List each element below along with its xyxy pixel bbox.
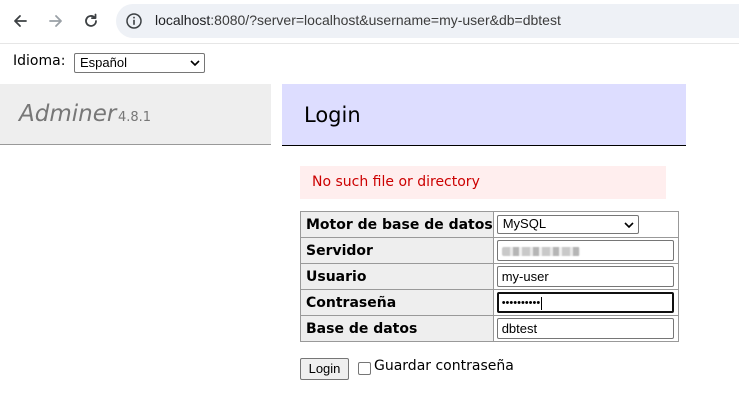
page-title: Login	[304, 103, 361, 127]
app-version[interactable]: 4.8.1	[118, 110, 151, 125]
redacted-value	[501, 247, 580, 257]
driver-select[interactable]: MySQL	[496, 215, 639, 234]
sidebar-header: Adminer 4.8.1	[0, 84, 271, 145]
arrow-right-icon	[49, 15, 62, 27]
server-label: Servidor	[300, 237, 494, 264]
server-input[interactable]	[496, 240, 674, 261]
reload-button[interactable]	[78, 8, 104, 34]
language-select[interactable]: Español	[74, 53, 205, 73]
url-text: localhost:8080/?server=localhost&usernam…	[155, 12, 561, 28]
password-input[interactable]: ••••••••••	[496, 292, 674, 313]
password-mask: ••••••••••	[501, 297, 541, 310]
password-label: Contraseña	[300, 289, 494, 316]
driver-label: Motor de base de datos	[300, 211, 494, 238]
form-row-server: Servidor	[300, 237, 679, 264]
site-info-icon[interactable]	[125, 12, 143, 30]
username-label: Usuario	[300, 263, 494, 290]
address-bar[interactable]: localhost:8080/?server=localhost&usernam…	[116, 4, 739, 38]
remember-checkbox[interactable]	[358, 362, 371, 375]
driver-select-value: MySQL	[502, 216, 547, 231]
error-text: No such file or directory	[312, 174, 480, 190]
forward-button[interactable]	[43, 8, 69, 34]
url-host: localhost	[155, 12, 211, 28]
login-button[interactable]: Login	[300, 358, 349, 380]
language-select-value: Español	[80, 55, 127, 70]
error-message: No such file or directory	[300, 166, 666, 199]
content-header: Login	[282, 84, 686, 146]
login-form-table: Motor de base de datos MySQL Servidor Us…	[300, 211, 679, 342]
back-button[interactable]	[7, 8, 33, 34]
url-path: :8080/?server=localhost&username=my-user…	[210, 12, 561, 28]
text-caret	[541, 297, 543, 311]
form-row-username: Usuario my-user	[300, 263, 679, 290]
reload-icon	[85, 13, 97, 27]
form-row-database: Base de datos dbtest	[300, 315, 679, 342]
database-input[interactable]: dbtest	[496, 318, 674, 339]
chevron-down-icon	[624, 221, 634, 228]
remember-label[interactable]: Guardar contraseña	[374, 358, 514, 374]
username-input[interactable]: my-user	[496, 266, 674, 287]
language-label: Idioma:	[13, 53, 66, 69]
database-label: Base de datos	[300, 315, 494, 342]
browser-toolbar: localhost:8080/?server=localhost&usernam…	[0, 0, 739, 44]
form-row-password: Contraseña ••••••••••	[300, 289, 679, 316]
form-row-driver: Motor de base de datos MySQL	[300, 211, 679, 238]
arrow-left-icon	[14, 15, 27, 27]
app-logo[interactable]: Adminer	[19, 101, 116, 127]
chevron-down-icon	[190, 60, 200, 66]
